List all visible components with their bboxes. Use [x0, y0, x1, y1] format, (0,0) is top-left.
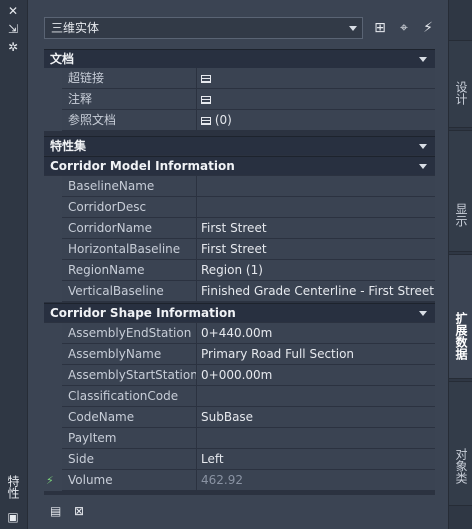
palette-title: 特性	[6, 475, 20, 499]
property-name: PayItem	[62, 428, 197, 448]
chevron-down-icon	[419, 311, 427, 316]
autohide-icon[interactable]: ⇲	[6, 22, 20, 36]
table-icon	[201, 117, 211, 125]
property-row[interactable]: AssemblyName Primary Road Full Section	[44, 344, 435, 365]
property-name: Side	[62, 449, 197, 469]
section-title: 特性集	[50, 139, 87, 153]
property-value[interactable]: SubBase	[198, 407, 435, 427]
chevron-down-icon	[419, 57, 427, 62]
section-title: Corridor Model Information	[50, 159, 235, 173]
property-value[interactable]: First Street	[198, 239, 435, 259]
chevron-down-icon	[419, 164, 427, 169]
property-row[interactable]: HorizontalBaseline First Street	[44, 239, 435, 260]
section-documents[interactable]: 文档	[44, 49, 435, 68]
close-icon[interactable]: ✕	[6, 4, 20, 18]
property-value[interactable]: Left	[198, 449, 435, 469]
property-value[interactable]: 0+000.00m	[198, 365, 435, 385]
property-row[interactable]: AssemblyStartStation 0+000.00m	[44, 365, 435, 386]
property-value[interactable]: Finished Grade Centerline - First Street	[198, 281, 435, 301]
property-name: CorridorName	[62, 218, 197, 238]
table-icon	[201, 75, 211, 83]
property-name: HorizontalBaseline	[62, 239, 197, 259]
tab-design[interactable]: 设计	[449, 40, 472, 128]
section-title: Corridor Shape Information	[50, 306, 236, 320]
section-corridor-shape[interactable]: Corridor Shape Information	[44, 303, 435, 322]
property-grid: 文档 超链接 注释 参照文档 (0) 特性集 Corridor Model In…	[44, 49, 435, 495]
property-name: VerticalBaseline	[62, 281, 197, 301]
palette-corner-icon[interactable]: ▣	[6, 510, 20, 524]
property-row[interactable]: CorridorName First Street	[44, 218, 435, 239]
property-name: RegionName	[62, 260, 197, 280]
remove-property-set-icon[interactable]: ⊠	[74, 503, 90, 519]
property-value[interactable]	[198, 197, 435, 217]
property-name: AssemblyStartStation	[62, 365, 197, 385]
toggle-pickadd-icon[interactable]: ⊞	[370, 18, 390, 38]
property-row[interactable]: RegionName Region (1)	[44, 260, 435, 281]
property-name: ClassificationCode	[62, 386, 197, 406]
tab-object-class[interactable]: 对象类	[449, 381, 472, 506]
property-name: CodeName	[62, 407, 197, 427]
add-property-set-icon[interactable]: ▤	[50, 503, 66, 519]
tab-display[interactable]: 显示	[449, 130, 472, 252]
property-row[interactable]: 超链接	[44, 68, 435, 89]
section-title: 文档	[50, 52, 75, 66]
tab-extended-data[interactable]: 扩展数据	[449, 254, 472, 379]
property-row[interactable]: ClassificationCode	[44, 386, 435, 407]
property-name: 注释	[62, 89, 197, 109]
table-icon	[201, 96, 211, 104]
property-row[interactable]: BaselineName	[44, 176, 435, 197]
property-name: CorridorDesc	[62, 197, 197, 217]
quick-select-icon[interactable]: ⚡	[418, 18, 438, 38]
palette-tabs: 设计 显示 扩展数据 对象类	[448, 0, 472, 529]
property-name: Volume	[62, 470, 197, 490]
property-row[interactable]: VerticalBaseline Finished Grade Centerli…	[44, 281, 435, 302]
property-value[interactable]: First Street	[198, 218, 435, 238]
property-name: AssemblyEndStation	[62, 323, 197, 343]
property-value[interactable]	[198, 68, 435, 88]
property-name: BaselineName	[62, 176, 197, 196]
object-type-select[interactable]: 三维实体	[44, 17, 363, 39]
object-type-value: 三维实体	[51, 21, 100, 35]
property-value[interactable]: Region (1)	[198, 260, 435, 280]
chevron-down-icon	[419, 144, 427, 149]
property-value[interactable]	[198, 428, 435, 448]
section-property-sets[interactable]: 特性集	[44, 136, 435, 155]
property-value[interactable]: 0+440.00m	[198, 323, 435, 343]
property-row[interactable]: CorridorDesc	[44, 197, 435, 218]
property-row[interactable]: CodeName SubBase	[44, 407, 435, 428]
property-row[interactable]: AssemblyEndStation 0+440.00m	[44, 323, 435, 344]
property-row[interactable]: PayItem	[44, 428, 435, 449]
property-name: AssemblyName	[62, 344, 197, 364]
select-objects-icon[interactable]: ⌖	[394, 18, 414, 38]
property-value[interactable]: Primary Road Full Section	[198, 344, 435, 364]
chevron-down-icon	[349, 26, 357, 31]
palette-titlebar: ✕ ⇲ ✲ 特性 ▣	[0, 0, 28, 529]
property-row[interactable]: 参照文档 (0)	[44, 110, 435, 131]
property-value[interactable]	[198, 89, 435, 109]
property-value: 462.92	[198, 470, 435, 490]
property-value[interactable]	[198, 176, 435, 196]
property-value[interactable]: (0)	[198, 110, 435, 130]
calculated-property-icon: ⚡	[46, 474, 54, 487]
property-row[interactable]: Side Left	[44, 449, 435, 470]
property-row[interactable]: 注释	[44, 89, 435, 110]
property-value[interactable]	[198, 386, 435, 406]
settings-icon[interactable]: ✲	[6, 40, 20, 54]
section-corridor-model[interactable]: Corridor Model Information	[44, 156, 435, 175]
property-name: 超链接	[62, 68, 197, 88]
property-name: 参照文档	[62, 110, 197, 130]
property-row[interactable]: ⚡ Volume 462.92	[44, 470, 435, 491]
